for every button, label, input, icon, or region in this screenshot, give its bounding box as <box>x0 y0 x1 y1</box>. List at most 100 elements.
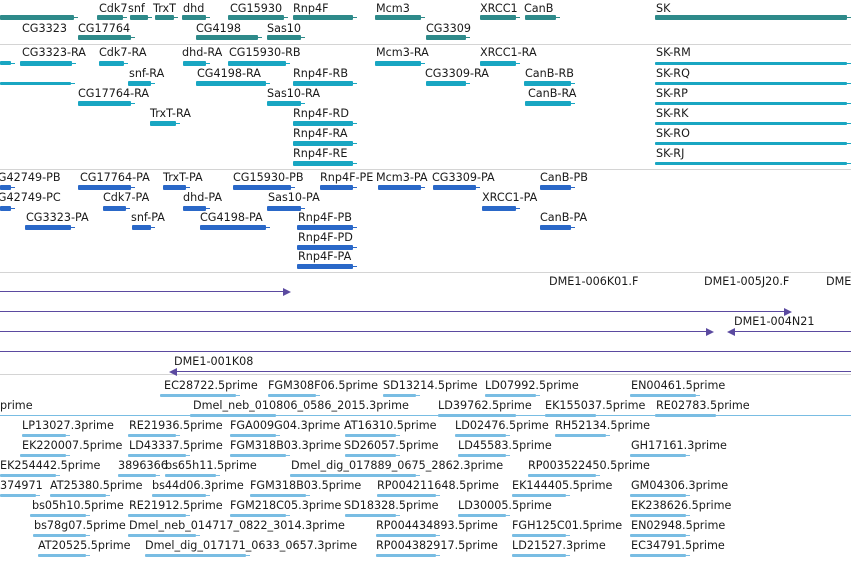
gene-feature[interactable] <box>655 15 851 20</box>
transcript-label[interactable]: SK-RK <box>656 107 688 120</box>
gene-label[interactable]: CanB <box>524 2 553 15</box>
transcript-label[interactable]: SK-RM <box>656 46 691 59</box>
est-feature[interactable] <box>345 454 400 457</box>
transcript-feature[interactable] <box>0 82 75 85</box>
est-feature[interactable] <box>165 474 220 477</box>
transcript-label[interactable]: SK-RQ <box>656 67 690 80</box>
gene-feature[interactable] <box>525 15 560 20</box>
transcript-feature[interactable] <box>655 122 851 125</box>
est-label[interactable]: 3896366 <box>118 459 168 472</box>
gene-label[interactable]: TrxT <box>153 2 176 15</box>
transcript-feature[interactable] <box>196 81 270 86</box>
gene-label[interactable]: Mcm3 <box>376 2 410 15</box>
est-feature[interactable] <box>345 514 400 517</box>
protein-label[interactable]: Rnp4F-PA <box>298 250 351 263</box>
transcript-feature[interactable] <box>293 81 357 86</box>
gene-label[interactable]: CG17764 <box>78 22 130 35</box>
est-label[interactable]: Dmel_neb_014717_0822_3014.3prime <box>129 519 345 532</box>
est-label[interactable]: AT16310.5prime <box>344 419 436 432</box>
est-feature[interactable] <box>512 554 570 557</box>
protein-label[interactable]: Cdk7-PA <box>103 191 149 204</box>
protein-feature[interactable] <box>163 185 190 190</box>
est-feature[interactable] <box>545 414 600 417</box>
gene-feature[interactable] <box>228 15 288 20</box>
est-label[interactable]: LD21527.3prime <box>512 539 606 552</box>
est-feature[interactable] <box>630 554 690 557</box>
est-label[interactable]: SD26057.5prime <box>344 439 439 452</box>
est-label[interactable]: FGA009G04.3prime <box>230 419 340 432</box>
est-feature[interactable] <box>230 434 280 437</box>
gene-label[interactable]: Sas10 <box>267 22 301 35</box>
clone-feature[interactable] <box>727 328 851 336</box>
est-label[interactable]: SD13214.5prime <box>383 379 478 392</box>
gene-feature[interactable] <box>130 15 152 20</box>
est-feature[interactable] <box>485 394 540 397</box>
est-feature[interactable] <box>50 494 110 497</box>
protein-feature[interactable] <box>132 225 155 230</box>
est-feature[interactable] <box>230 454 290 457</box>
gene-label[interactable]: CG3323 <box>22 22 67 35</box>
gene-feature[interactable] <box>375 15 425 20</box>
est-feature[interactable] <box>512 534 570 537</box>
est-feature[interactable] <box>528 474 600 477</box>
est-feature[interactable] <box>438 414 520 417</box>
transcript-feature[interactable] <box>655 162 851 165</box>
transcript-label[interactable]: CG3309-RA <box>425 67 489 80</box>
transcript-feature[interactable] <box>228 61 290 66</box>
transcript-feature[interactable] <box>375 61 425 66</box>
est-label[interactable]: EN00461.5prime <box>631 379 725 392</box>
gene-feature[interactable] <box>426 35 470 40</box>
est-label[interactable]: SD18328.5prime <box>344 499 439 512</box>
est-feature[interactable] <box>128 534 200 537</box>
est-label[interactable]: GH17161.3prime <box>631 439 727 452</box>
transcript-label[interactable]: Rnp4F-RE <box>293 147 347 160</box>
est-label[interactable]: RP004434893.5prime <box>376 519 498 532</box>
est-feature[interactable] <box>230 514 290 517</box>
est-feature[interactable] <box>20 454 70 457</box>
transcript-label[interactable]: CanB-RB <box>525 67 574 80</box>
protein-feature[interactable] <box>540 185 575 190</box>
protein-feature[interactable] <box>433 185 480 190</box>
est-feature[interactable] <box>0 415 851 416</box>
est-label[interactable]: LD02476.5prime <box>455 419 549 432</box>
transcript-label[interactable]: CG3323-RA <box>22 46 86 59</box>
transcript-label[interactable]: CG17764-RA <box>78 87 149 100</box>
gene-feature[interactable] <box>155 15 178 20</box>
transcript-label[interactable]: dhd-RA <box>182 46 222 59</box>
transcript-feature[interactable] <box>655 62 851 65</box>
protein-label[interactable]: Sas10-PA <box>268 191 320 204</box>
protein-label[interactable]: CG42749-PC <box>0 191 61 204</box>
clone-feature[interactable] <box>0 288 291 296</box>
est-feature[interactable] <box>455 434 510 437</box>
est-label[interactable]: LD43337.5prime <box>129 439 223 452</box>
est-label[interactable]: prime <box>0 399 33 412</box>
gene-label[interactable]: snf <box>128 2 145 15</box>
est-feature[interactable] <box>38 554 90 557</box>
est-feature[interactable] <box>128 454 190 457</box>
transcript-feature[interactable] <box>267 101 305 106</box>
est-feature[interactable] <box>630 534 690 537</box>
protein-label[interactable]: CG17764-PA <box>80 171 150 184</box>
clone-label[interactable]: DME1-006K01.F <box>549 275 638 288</box>
clone-feature[interactable] <box>169 368 851 376</box>
est-label[interactable]: FGH125C01.5prime <box>512 519 622 532</box>
protein-label[interactable]: CanB-PA <box>540 211 587 224</box>
gene-feature[interactable] <box>196 35 262 40</box>
protein-feature[interactable] <box>103 206 130 211</box>
genome-browser-viewport[interactable]: Cdk7 snf TrxT dhd CG15930 Rnp4F Mcm3 XRCC1 CanB S… <box>0 0 851 561</box>
est-label[interactable]: EK238626.5prime <box>631 499 731 512</box>
est-label[interactable]: RE02783.5prime <box>656 399 750 412</box>
est-label[interactable]: LD07992.5prime <box>485 379 579 392</box>
clone-feature[interactable] <box>0 351 851 352</box>
est-label[interactable]: EK220007.5prime <box>22 439 122 452</box>
est-label[interactable]: FGM318B03.3prime <box>230 439 341 452</box>
est-feature[interactable] <box>512 494 570 497</box>
transcript-label[interactable]: SK-RJ <box>656 147 684 160</box>
gene-label[interactable]: Rnp4F <box>293 2 329 15</box>
est-label[interactable]: GM04306.3prime <box>631 479 728 492</box>
protein-feature[interactable] <box>78 185 135 190</box>
gene-feature[interactable] <box>78 35 135 40</box>
gene-label[interactable]: SK <box>656 2 670 15</box>
protein-label[interactable]: TrxT-PA <box>163 171 203 184</box>
protein-label[interactable]: CanB-PB <box>540 171 588 184</box>
